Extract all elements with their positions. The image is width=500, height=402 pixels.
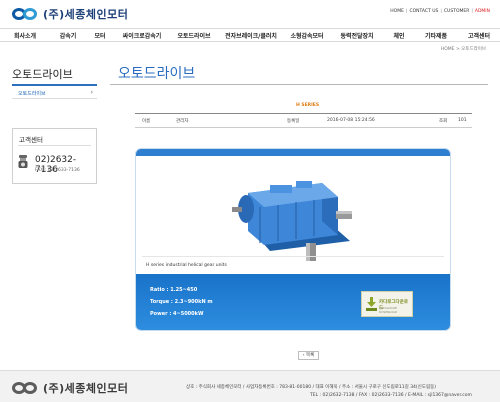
top-link-home[interactable]: HOME xyxy=(390,9,404,14)
phone-icon xyxy=(18,155,28,168)
footer: (주)세종체인모터 상호 : 주식회사 세종체인모터 / 사업자등록번호 : 7… xyxy=(0,370,500,402)
meta-date-value: 2016-07-08 15:24:56 xyxy=(327,118,375,123)
meta-name-label: 이름 xyxy=(142,119,151,124)
nav-item-company[interactable]: 회사소개 xyxy=(0,31,50,40)
sidebar-item-autodrive[interactable]: 오토드라이브 › xyxy=(12,88,97,99)
sidebar-divider xyxy=(12,84,97,86)
footer-contact-info: TEL : 02)2632-7138 / FAX : 02)2633-7136 … xyxy=(310,393,472,398)
nav-item-motor[interactable]: 모터 xyxy=(86,31,114,40)
catalog-download-button[interactable]: 카다로그다운로드 CATALOGUE DOWNLOAD xyxy=(361,291,413,317)
logo-text: (주)세종체인모터 xyxy=(43,8,129,21)
product-card: H series industrial helical gear units R… xyxy=(135,148,451,331)
nav-item-autodrive[interactable]: 오토드라이브 xyxy=(170,31,218,40)
logo-icon xyxy=(12,7,40,21)
spec-power: Power : 4~5000kW xyxy=(150,311,204,317)
top-link-separator: | xyxy=(440,9,442,14)
card-divider xyxy=(142,256,444,257)
nav-item-power-transmission[interactable]: 동력전달장치 xyxy=(330,31,384,40)
spec-ratio: Ratio : 1.25~450 xyxy=(150,287,198,293)
meta-name-value: 관리자 xyxy=(176,119,189,124)
spec-torque: Torque : 2.3~900kN m xyxy=(150,299,213,305)
top-link-separator: | xyxy=(471,9,473,14)
chevron-right-icon: › xyxy=(90,89,93,96)
nav-item-small-motor[interactable]: 소형감속모터 xyxy=(284,31,330,40)
top-link-separator: | xyxy=(405,9,408,14)
top-link-customer[interactable]: CUSTOMER xyxy=(444,9,469,14)
card-top-bar xyxy=(136,149,450,156)
list-button[interactable]: ‹ 목록 xyxy=(298,351,319,360)
gear-unit-image xyxy=(232,181,352,261)
top-link-contact[interactable]: CONTACT US xyxy=(409,9,438,14)
catalog-download-sublabel: CATALOGUE DOWNLOAD xyxy=(379,306,398,314)
footer-logo-text: (주)세종체인모터 xyxy=(43,382,129,395)
board-bottom-line xyxy=(135,127,472,128)
nav-item-brake-clutch[interactable]: 전자브레이크/클러치 xyxy=(218,31,284,40)
customer-center-divider xyxy=(18,145,91,146)
board-category: H SERIES xyxy=(296,103,320,108)
main-nav: 회사소개 감속기 모터 싸이크로감속기 오토드라이브 전자브레이크/클러치 소형… xyxy=(0,28,500,42)
download-icon xyxy=(366,297,377,311)
title-divider xyxy=(110,84,488,85)
nav-item-chain[interactable]: 체인 xyxy=(384,31,414,40)
top-link-admin[interactable]: ADMIN xyxy=(475,9,490,14)
customer-center-title: 고객센터 xyxy=(19,136,43,144)
nav-item-cyclo[interactable]: 싸이크로감속기 xyxy=(114,31,170,40)
nav-item-reducer[interactable]: 감속기 xyxy=(50,31,86,40)
board-top-line xyxy=(135,113,472,114)
meta-views-value: 101 xyxy=(458,118,467,123)
nav-item-customer-center[interactable]: 고객센터 xyxy=(458,31,500,40)
sidebar-title: 오토드라이브 xyxy=(12,68,73,81)
customer-center-box: 고객센터 02)2632-7136 FAX : 02)2633-7136 xyxy=(12,128,97,184)
logo[interactable]: (주)세종체인모터 xyxy=(12,6,128,22)
top-links: HOME | CONTACT US | CUSTOMER | ADMIN xyxy=(390,9,490,14)
product-caption: H series industrial helical gear units xyxy=(146,263,227,268)
nav-item-others[interactable]: 기타제품 xyxy=(414,31,458,40)
customer-center-fax: FAX : 02)2633-7136 xyxy=(35,168,80,173)
list-button-label: 목록 xyxy=(305,353,315,358)
header: (주)세종체인모터 HOME | CONTACT US | CUSTOMER |… xyxy=(0,0,500,28)
footer-company-info: 상호 : 주식회사 세종체인모터 / 사업자등록번호 : 783-81-0018… xyxy=(186,385,436,390)
page-title: 오토드라이브 xyxy=(118,66,196,82)
breadcrumb: HOME > 오토드라이브 xyxy=(440,47,486,52)
footer-logo: (주)세종체인모터 xyxy=(12,380,128,396)
footer-logo-icon xyxy=(12,381,40,395)
sidebar-item-label: 오토드라이브 xyxy=(18,91,46,97)
meta-date-label: 등록일 xyxy=(287,119,300,124)
meta-views-label: 조회 xyxy=(439,119,448,124)
